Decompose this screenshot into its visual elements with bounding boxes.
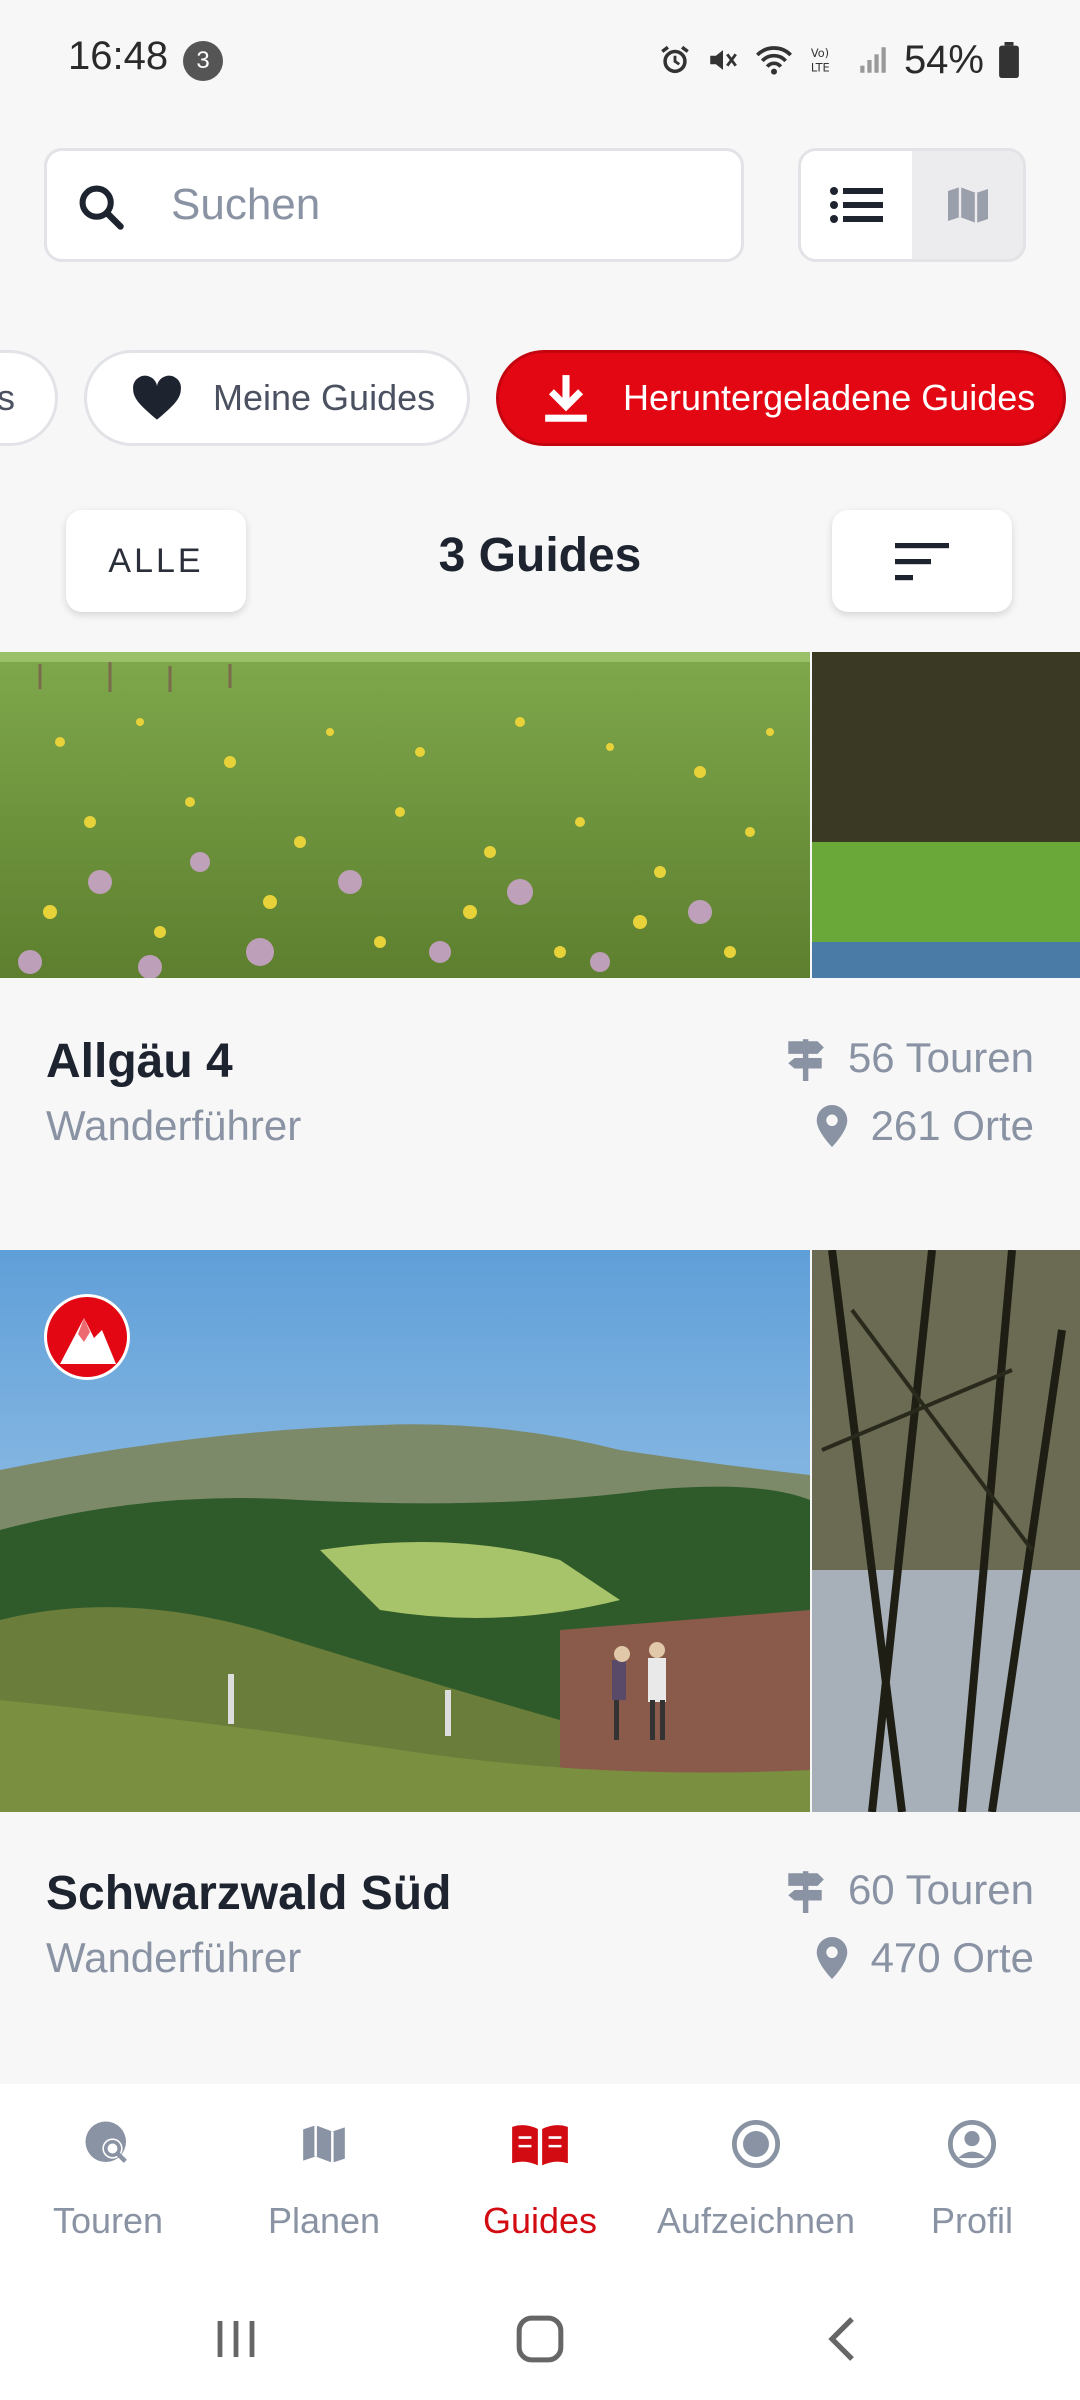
recent-apps-button[interactable] [196,2304,276,2374]
status-time: 16:48 [68,34,169,78]
svg-text:LTE: LTE [811,60,830,74]
globe-search-icon [78,2114,138,2174]
guide-places-count: 261 Orte [870,1102,1034,1149]
view-toggle [798,148,1026,262]
guide-title: Allgäu 4 [46,1035,233,1088]
chip-partial-label: s [0,377,15,418]
guide-image-secondary [812,1250,1080,1812]
map-icon [294,2114,354,2174]
nav-label: Guides [482,2200,598,2241]
chip-partial[interactable]: s [0,350,58,446]
guide-image-secondary [812,652,1080,978]
book-icon [510,2114,570,2174]
sort-icon [895,543,949,581]
notification-count-badge: 3 [183,41,223,81]
nav-item-planen[interactable]: Planen [216,2084,432,2274]
record-icon [726,2114,786,2174]
nav-label: Planen [267,2200,381,2241]
bottom-nav: Touren Planen Guides Aufzeichnen Profil [0,2084,1080,2274]
nav-item-touren[interactable]: Touren [0,2084,216,2274]
guide-tours-count: 56 Touren [847,1034,1034,1081]
back-icon [828,2317,854,2361]
guide-tours-stat: 56 Touren [784,1034,1034,1082]
alpine-club-badge [44,1294,130,1380]
location-pin-icon [816,1937,847,1979]
guide-image [0,1250,810,1812]
guide-image [0,652,810,978]
signpost-icon [788,1871,824,1913]
guide-title: Schwarzwald Süd [46,1867,452,1920]
svg-text:Vo): Vo) [811,46,829,60]
nav-label: Profil [930,2200,1014,2241]
guides-count: 3 Guides [438,529,642,582]
guide-subtitle: Wanderführer [46,1934,302,1981]
search-input[interactable] [171,151,711,259]
signal-icon [860,47,886,73]
guide-card[interactable]: Schwarzwald Süd Wanderführer 60 Touren 4… [0,1250,1080,2080]
screen: 16:48 3 Vo)LTE 54% s Meine Guides H [0,0,1080,2400]
download-icon [545,375,587,422]
location-pin-icon [816,1105,847,1147]
guide-subtitle: Wanderführer [46,1102,302,1149]
heart-icon [133,375,181,420]
guide-tours-stat: 60 Touren [784,1866,1034,1914]
list-view-button[interactable] [801,151,912,259]
system-nav-bar [0,2274,1080,2400]
home-icon [516,2315,564,2363]
guide-card[interactable]: Allgäu 4 Wanderführer 56 Touren 261 Orte [0,652,1080,1252]
wifi-icon [755,46,792,75]
guide-places-count: 470 Orte [870,1934,1034,1981]
status-bar: 16:48 3 Vo) LTE 54% [0,0,1080,120]
guide-places-stat: 470 Orte [815,1934,1034,1982]
map-icon [947,187,988,223]
sort-button[interactable] [832,510,1012,612]
profile-icon [942,2114,1002,2174]
status-icons: Vo) LTE 54% [658,30,1020,90]
nav-label: Aufzeichnen [656,2200,856,2241]
nav-item-guides[interactable]: Guides [432,2084,648,2274]
chip-meine-guides[interactable]: Meine Guides [84,350,470,446]
guide-places-stat: 261 Orte [815,1102,1034,1150]
mute-icon [710,50,737,70]
battery-percent: 54% [903,37,984,82]
signpost-icon [788,1039,824,1081]
filter-all-button[interactable]: ALLE [66,510,246,612]
mountain-logo-icon [47,1297,127,1377]
guide-tours-count: 60 Touren [847,1866,1034,1913]
nav-label: Touren [52,2200,164,2241]
recent-apps-icon [217,2321,255,2357]
search-box[interactable] [44,148,744,262]
search-icon [79,185,124,230]
alarm-icon [661,45,689,74]
chip-heruntergeladene-guides-label: Heruntergeladene Guides [623,377,1036,418]
map-view-button[interactable] [912,151,1023,259]
home-button[interactable] [500,2304,580,2374]
nav-item-aufzeichnen[interactable]: Aufzeichnen [648,2084,864,2274]
chip-heruntergeladene-guides[interactable]: Heruntergeladene Guides [496,350,1066,446]
list-icon [829,187,883,223]
battery-icon [999,42,1019,78]
chip-meine-guides-label: Meine Guides [213,377,436,418]
volte-icon: Vo)LTE [811,46,830,74]
nav-item-profil[interactable]: Profil [864,2084,1080,2274]
back-button[interactable] [802,2304,882,2374]
